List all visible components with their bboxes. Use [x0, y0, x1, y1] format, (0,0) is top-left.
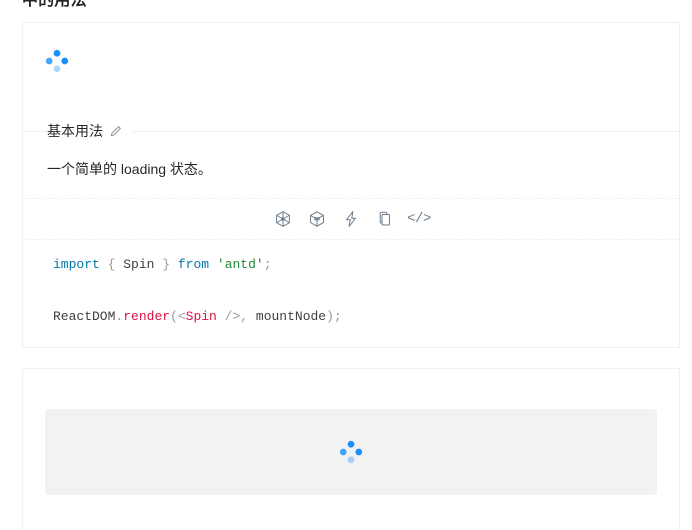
spinner-dot-3 [346, 455, 356, 465]
demo-card-container [22, 368, 680, 530]
code-line-blank [53, 278, 649, 304]
spinner-dot-1 [346, 439, 356, 449]
demo-meta-basic: 基本用法 一个简单的 loading 状态。 [23, 121, 679, 198]
demo-card-basic: 基本用法 一个简单的 loading 状态。 </> import {Spin… [22, 22, 680, 348]
loading-spinner-icon [43, 47, 71, 75]
code-line-1: import { Spin } from 'antd'; [53, 257, 272, 272]
code-line-2: ReactDOM.render(<Spin />, mountNode); [53, 309, 342, 324]
spinner-dot-1 [52, 48, 62, 58]
spinner-dot-2 [60, 56, 70, 66]
spinner-dot-4 [44, 56, 54, 66]
demo-preview-basic [23, 23, 679, 131]
stackblitz-icon[interactable] [342, 210, 360, 228]
page-root: 中的用法 基本用法 一个简单的 loading 状态。 </> import {… [0, 0, 692, 530]
code-block: import { Spin } from 'antd'; ReactDOM.re… [23, 240, 679, 348]
spinner-dot-3 [52, 64, 62, 74]
demo-title-group: 基本用法 [47, 121, 131, 141]
spinner-dot-2 [354, 447, 364, 457]
demo-preview-container [23, 369, 679, 530]
edit-pencil-icon[interactable] [109, 124, 123, 138]
copy-icon[interactable] [376, 210, 394, 228]
demo-title: 基本用法 [47, 123, 103, 139]
code-box-actions: </> [23, 198, 679, 240]
codepen-icon[interactable] [308, 210, 326, 228]
demo-description: 一个简单的 loading 状态。 [47, 161, 212, 177]
spin-container-panel [45, 409, 657, 495]
codesandbox-icon[interactable] [274, 210, 292, 228]
spinner-dot-4 [338, 447, 348, 457]
loading-spinner-icon [337, 438, 365, 466]
show-code-icon[interactable]: </> [407, 210, 431, 228]
page-top-heading: 中的用法 [22, 0, 87, 9]
